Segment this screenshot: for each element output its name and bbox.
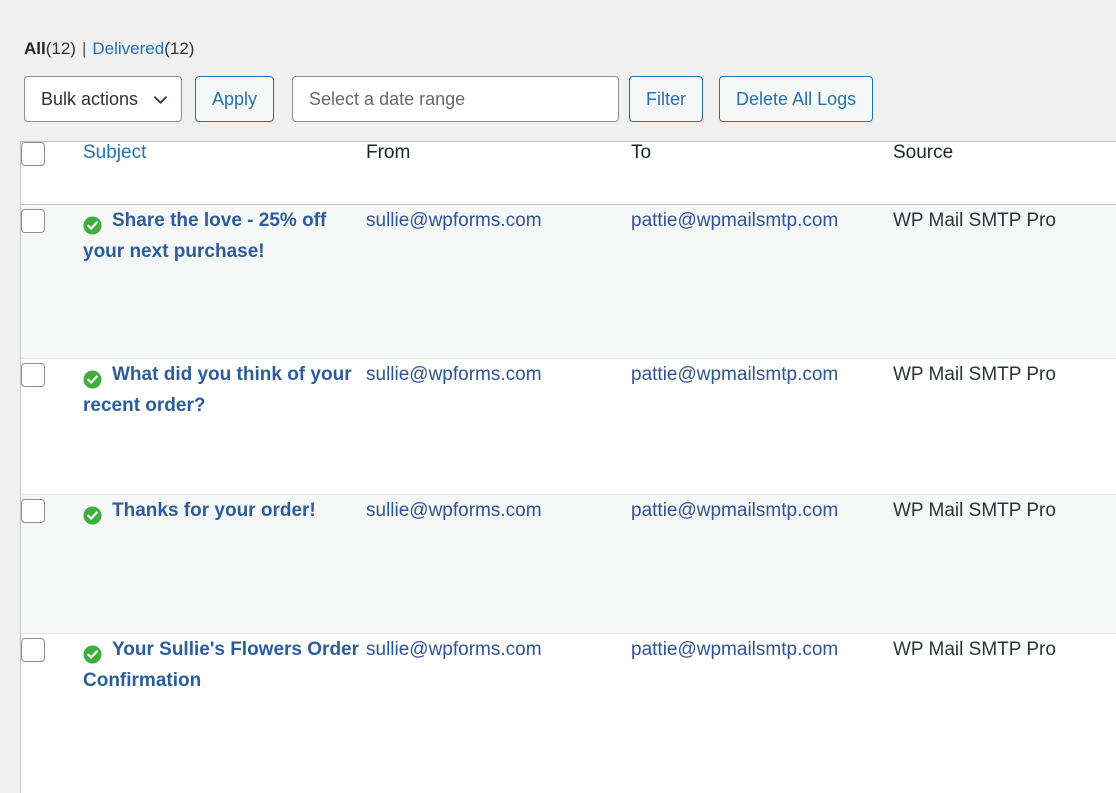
row-checkbox[interactable] bbox=[21, 209, 45, 233]
row-source-cell: WP Mail SMTP Pro bbox=[893, 634, 1116, 765]
source-text: WP Mail SMTP Pro bbox=[893, 364, 1056, 385]
filter-button[interactable]: Filter bbox=[629, 76, 703, 122]
email-log-table-container: Subject From To Source bbox=[20, 141, 1116, 793]
row-select-cell bbox=[21, 205, 83, 359]
column-header-from: From bbox=[366, 142, 631, 205]
row-from-cell: sullie@wpforms.com bbox=[366, 634, 631, 765]
row-subject-cell: What did you think of your recent order? bbox=[83, 359, 366, 495]
row-to-cell: pattie@wpmailsmtp.com bbox=[631, 634, 893, 765]
row-subject-cell: Thanks for your order! bbox=[83, 495, 366, 634]
subject-inner: Your Sullie's Flowers Order Confirmation bbox=[83, 639, 359, 691]
row-subject-cell: Your Sullie's Flowers Order Confirmation bbox=[83, 634, 366, 765]
row-checkbox[interactable] bbox=[21, 499, 45, 523]
source-text: WP Mail SMTP Pro bbox=[893, 210, 1056, 231]
subject-link[interactable]: Your Sullie's Flowers Order Confirmation bbox=[83, 639, 359, 691]
email-log-page: All(12)|Delivered(12) Bulk actions Apply… bbox=[0, 0, 1116, 790]
bulk-actions-wrapper: Bulk actions bbox=[24, 76, 182, 122]
row-source-cell: WP Mail SMTP Pro bbox=[893, 495, 1116, 634]
view-filter-separator: | bbox=[76, 39, 92, 58]
to-email-link[interactable]: pattie@wpmailsmtp.com bbox=[631, 639, 838, 660]
subject-link[interactable]: What did you think of your recent order? bbox=[83, 364, 352, 416]
table-header-row: Subject From To Source bbox=[21, 142, 1116, 205]
from-email: sullie@wpforms.com bbox=[366, 500, 542, 521]
row-select-cell bbox=[21, 634, 83, 765]
date-range-input[interactable] bbox=[292, 76, 619, 122]
table-row: Share the love - 25% off your next purch… bbox=[21, 205, 1116, 359]
select-all-checkbox[interactable] bbox=[21, 142, 45, 166]
table-row: Thanks for your order! sullie@wpforms.co… bbox=[21, 495, 1116, 634]
subject-inner: Thanks for your order! bbox=[83, 500, 316, 521]
row-from-cell: sullie@wpforms.com bbox=[366, 205, 631, 359]
row-source-cell: WP Mail SMTP Pro bbox=[893, 359, 1116, 495]
subject-link[interactable]: Thanks for your order! bbox=[112, 500, 316, 521]
check-circle-icon bbox=[83, 506, 102, 525]
table-toolbar: Bulk actions Apply Filter Delete All Log… bbox=[0, 60, 1116, 122]
column-header-subject: Subject bbox=[83, 142, 366, 205]
subject-inner: What did you think of your recent order? bbox=[83, 364, 352, 416]
table-row: Your Sullie's Flowers Order Confirmation… bbox=[21, 634, 1116, 765]
row-from-cell: sullie@wpforms.com bbox=[366, 359, 631, 495]
from-email: sullie@wpforms.com bbox=[366, 364, 542, 385]
row-to-cell: pattie@wpmailsmtp.com bbox=[631, 495, 893, 634]
row-checkbox[interactable] bbox=[21, 638, 45, 662]
check-circle-icon bbox=[83, 370, 102, 389]
from-email: sullie@wpforms.com bbox=[366, 639, 542, 660]
select-all-header bbox=[21, 142, 83, 205]
row-select-cell bbox=[21, 359, 83, 495]
email-log-table: Subject From To Source bbox=[21, 142, 1116, 764]
source-text: WP Mail SMTP Pro bbox=[893, 639, 1056, 660]
source-text: WP Mail SMTP Pro bbox=[893, 500, 1056, 521]
column-header-source: Source bbox=[893, 142, 1116, 205]
bulk-actions-select[interactable]: Bulk actions bbox=[24, 76, 182, 122]
table-header: Subject From To Source bbox=[21, 142, 1116, 205]
delete-all-logs-button[interactable]: Delete All Logs bbox=[719, 76, 873, 122]
column-header-to: To bbox=[631, 142, 893, 205]
from-email: sullie@wpforms.com bbox=[366, 210, 542, 231]
row-to-cell: pattie@wpmailsmtp.com bbox=[631, 359, 893, 495]
row-source-cell: WP Mail SMTP Pro bbox=[893, 205, 1116, 359]
table-row: What did you think of your recent order?… bbox=[21, 359, 1116, 495]
to-email-link[interactable]: pattie@wpmailsmtp.com bbox=[631, 210, 838, 231]
row-subject-cell: Share the love - 25% off your next purch… bbox=[83, 205, 366, 359]
table-body: Share the love - 25% off your next purch… bbox=[21, 205, 1116, 765]
row-from-cell: sullie@wpforms.com bbox=[366, 495, 631, 634]
view-filter-all[interactable]: All bbox=[24, 39, 46, 58]
view-filter-all-count: (12) bbox=[46, 39, 76, 58]
row-to-cell: pattie@wpmailsmtp.com bbox=[631, 205, 893, 359]
row-select-cell bbox=[21, 495, 83, 634]
row-checkbox[interactable] bbox=[21, 363, 45, 387]
view-filters: All(12)|Delivered(12) bbox=[0, 0, 1116, 60]
to-email-link[interactable]: pattie@wpmailsmtp.com bbox=[631, 364, 838, 385]
to-email-link[interactable]: pattie@wpmailsmtp.com bbox=[631, 500, 838, 521]
subject-link[interactable]: Share the love - 25% off your next purch… bbox=[83, 210, 326, 262]
view-filter-delivered-label: Delivered bbox=[92, 39, 164, 58]
check-circle-icon bbox=[83, 645, 102, 664]
view-filter-delivered[interactable]: Delivered bbox=[92, 39, 164, 58]
view-filter-delivered-count: (12) bbox=[164, 39, 194, 58]
apply-button[interactable]: Apply bbox=[195, 76, 274, 122]
check-circle-icon bbox=[83, 216, 102, 235]
view-filter-all-label: All bbox=[24, 39, 46, 58]
subject-inner: Share the love - 25% off your next purch… bbox=[83, 210, 326, 262]
column-header-subject-link[interactable]: Subject bbox=[83, 142, 146, 163]
